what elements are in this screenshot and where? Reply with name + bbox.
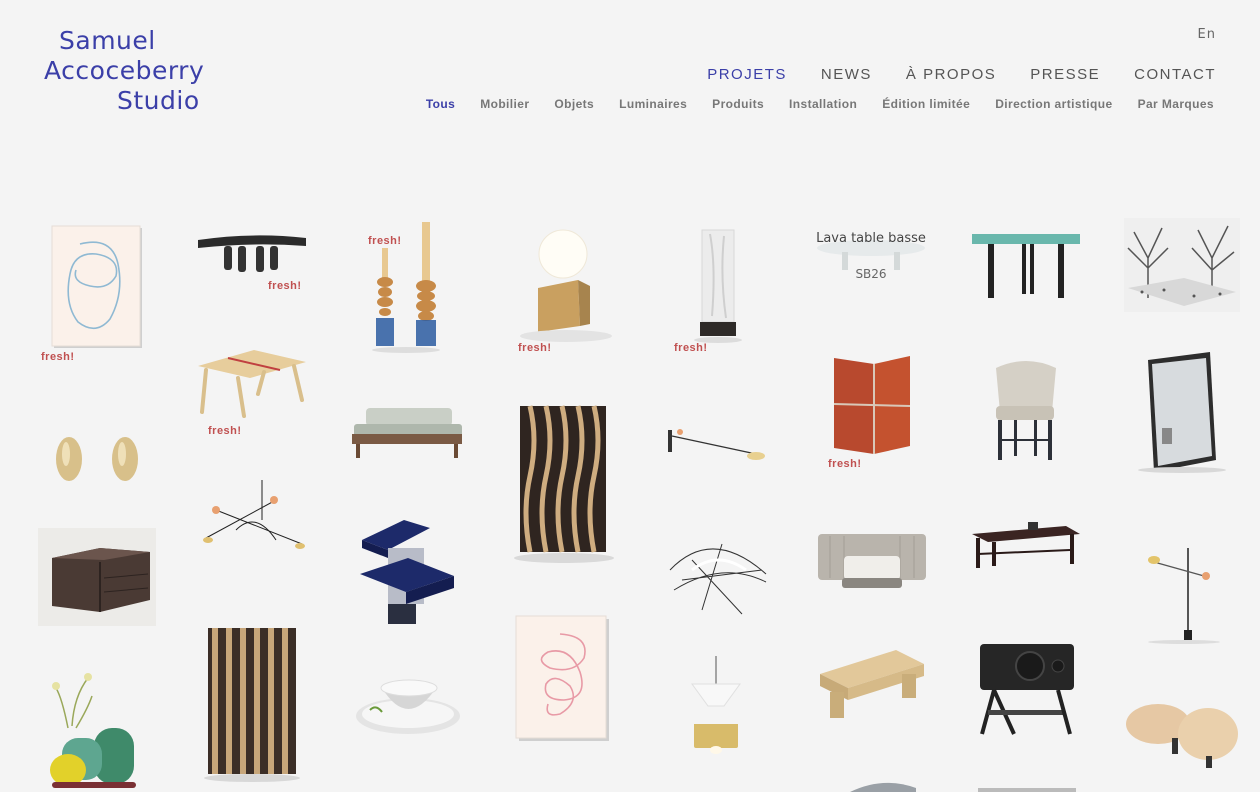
fresh-badge: fresh! [41, 351, 75, 363]
project-hover-code: SB26 [855, 267, 887, 281]
project-thumbnail-wooden-square-table[interactable] [194, 346, 308, 418]
studio-logo[interactable]: Samuel Accoceberry Studio [44, 26, 224, 116]
nav-a-propos[interactable]: À PROPOS [906, 66, 996, 83]
fresh-badge: fresh! [674, 342, 708, 354]
filter-direction-artistique[interactable]: Direction artistique [995, 97, 1112, 111]
logo-line-2: Accoceberry [44, 56, 205, 85]
project-thumbnail-tree-installation[interactable] [1124, 218, 1240, 312]
filter-mobilier[interactable]: Mobilier [480, 97, 529, 111]
filter-luminaires[interactable]: Luminaires [619, 97, 687, 111]
project-thumbnail-dining-table[interactable] [970, 520, 1082, 572]
project-thumbnail-standing-mirror[interactable] [1132, 350, 1228, 474]
project-thumbnail-partial[interactable] [848, 778, 918, 792]
project-thumbnail-glass-column-lamp[interactable] [692, 226, 744, 346]
project-thumbnail-brass-appliques[interactable] [52, 434, 144, 484]
project-thumbnail-black-table[interactable] [194, 230, 310, 280]
filter-par-marques[interactable]: Par Marques [1138, 97, 1214, 111]
project-thumbnail-vase-sculpture[interactable] [48, 668, 140, 790]
category-filter: Tous Mobilier Objets Luminaires Produits… [401, 97, 1214, 111]
project-hover-title: Lava table basse [816, 231, 926, 246]
nav-presse[interactable]: PRESSE [1030, 66, 1100, 83]
fresh-badge: fresh! [268, 280, 302, 292]
main-navigation: PROJETS NEWS À PROPOS PRESSE CONTACT [673, 66, 1216, 83]
project-thumbnail-wall-lamp-arm[interactable] [666, 424, 768, 464]
logo-line-1: Samuel [59, 26, 156, 55]
language-switch-link[interactable]: En [1198, 27, 1216, 42]
project-thumbnail-glass-candlesticks[interactable] [370, 222, 442, 354]
project-thumbnail-glass-console[interactable] [970, 232, 1082, 304]
fresh-badge: fresh! [518, 342, 552, 354]
project-thumbnail-partial[interactable] [978, 786, 1076, 792]
project-thumbnail-wood-panels[interactable] [200, 624, 304, 784]
project-thumbnail-wooden-bench[interactable] [816, 644, 928, 728]
project-thumbnail-speaker-stand[interactable] [974, 636, 1078, 738]
project-thumbnail-wire-suspension[interactable] [662, 530, 774, 620]
project-thumbnail-poster-pink[interactable] [514, 614, 610, 742]
filter-objets[interactable]: Objets [554, 97, 594, 111]
project-thumbnail-globe-lamp[interactable] [508, 228, 616, 346]
filter-installation[interactable]: Installation [789, 97, 857, 111]
project-thumbnail-sofa[interactable] [350, 404, 464, 462]
project-thumbnail-red-folding-screen[interactable] [814, 354, 918, 458]
project-thumbnail-lava-table-basse[interactable]: Lava table basse SB26 [814, 228, 928, 281]
project-thumbnail-wood-cabinet[interactable] [38, 528, 156, 626]
filter-produits[interactable]: Produits [712, 97, 764, 111]
logo-line-3: Studio [117, 86, 200, 115]
project-thumbnail-pebble-tables[interactable] [1124, 694, 1240, 772]
project-thumbnail-ceramic-bowls[interactable] [352, 670, 464, 738]
project-thumbnail-armchair[interactable] [986, 356, 1064, 464]
project-thumbnail-wave-screen[interactable] [508, 400, 616, 566]
project-thumbnail-blue-side-table[interactable] [354, 518, 458, 630]
project-thumbnail-brass-pendant[interactable] [684, 656, 748, 756]
nav-projets[interactable]: PROJETS [707, 66, 787, 83]
project-thumbnail-bed-headboard[interactable] [816, 530, 928, 594]
fresh-badge: fresh! [828, 458, 862, 470]
project-thumbnail-mobile-suspension[interactable] [196, 480, 308, 554]
filter-edition-limitee[interactable]: Édition limitée [882, 97, 970, 111]
project-thumbnail-floor-lamp[interactable] [1144, 546, 1220, 646]
fresh-badge: fresh! [208, 425, 242, 437]
nav-contact[interactable]: CONTACT [1134, 66, 1216, 83]
filter-tous[interactable]: Tous [426, 97, 455, 111]
project-thumbnail-poster-blue[interactable] [50, 224, 144, 350]
nav-news[interactable]: NEWS [821, 66, 872, 83]
